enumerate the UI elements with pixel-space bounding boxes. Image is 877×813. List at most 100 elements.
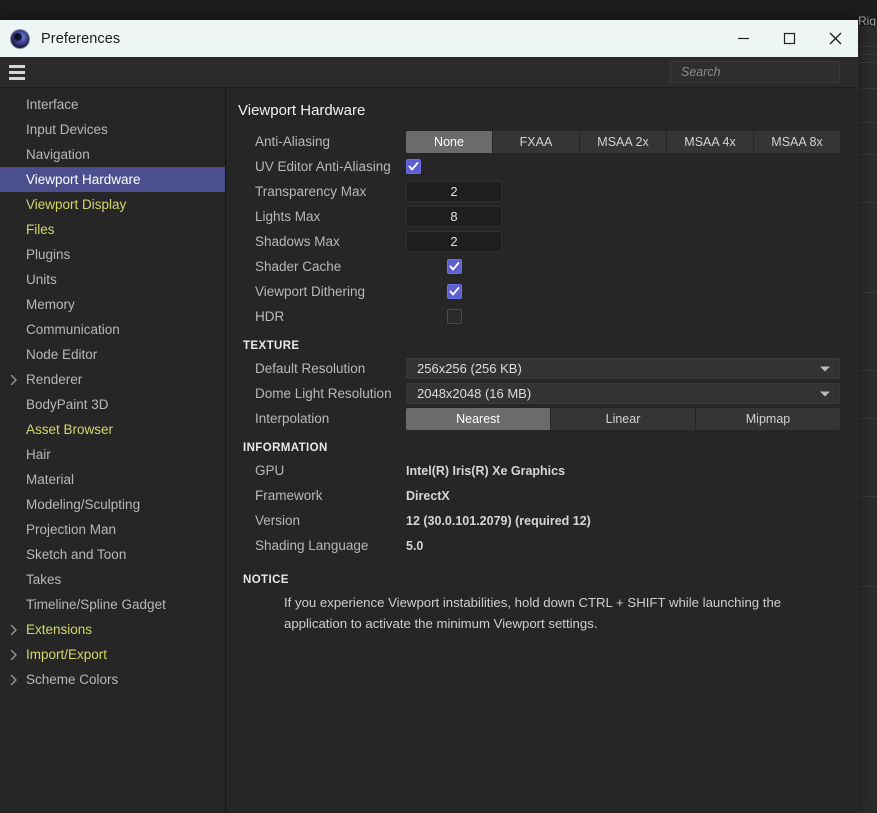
info-value: DirectX <box>406 488 450 503</box>
cinema4d-app-icon <box>11 29 29 48</box>
sidebar-item-sketch-and-toon[interactable]: Sketch and Toon <box>0 542 225 567</box>
sidebar-item-label: Hair <box>26 447 51 462</box>
interpolation-option-linear[interactable]: Linear <box>551 407 696 430</box>
row-viewport-dithering: Viewport Dithering <box>238 279 840 304</box>
sidebar-item-renderer[interactable]: Renderer <box>0 367 225 392</box>
shadows-max-input[interactable]: 2 <box>406 231 502 252</box>
notice-section-heading: NOTICE <box>243 574 289 586</box>
sidebar-item-hair[interactable]: Hair <box>0 442 225 467</box>
sidebar-item-material[interactable]: Material <box>0 467 225 492</box>
interpolation-label: Interpolation <box>255 411 330 426</box>
sidebar-item-label: Interface <box>26 97 79 112</box>
chevron-right-icon <box>10 624 18 636</box>
info-value: 12 (30.0.101.2079) (required 12) <box>406 513 591 528</box>
dialog-titlebar[interactable]: Preferences <box>0 20 858 57</box>
sidebar-item-label: Units <box>26 272 57 287</box>
dome-light-resolution-label: Dome Light Resolution <box>255 386 392 401</box>
sidebar-item-extensions[interactable]: Extensions <box>0 617 225 642</box>
anti-aliasing-option-msaa-2x[interactable]: MSAA 2x <box>580 130 667 153</box>
interpolation-option-mipmap[interactable]: Mipmap <box>696 407 840 430</box>
info-label: GPU <box>255 463 285 478</box>
chevron-right-icon <box>10 674 18 686</box>
row-dome-light-resolution: Dome Light Resolution 2048x2048 (16 MB) <box>238 381 840 406</box>
window-controls <box>720 20 858 57</box>
lights-max-input[interactable]: 8 <box>406 206 502 227</box>
shader-cache-label: Shader Cache <box>255 259 342 274</box>
dome-light-resolution-value: 2048x2048 (16 MB) <box>417 386 532 401</box>
info-label: Shading Language <box>255 538 369 553</box>
sidebar-item-communication[interactable]: Communication <box>0 317 225 342</box>
shader-cache-checkbox[interactable] <box>446 259 462 274</box>
sidebar-item-asset-browser[interactable]: Asset Browser <box>0 417 225 442</box>
search-box[interactable] <box>670 61 840 83</box>
hdr-checkbox[interactable] <box>446 309 462 324</box>
sidebar-item-projection-man[interactable]: Projection Man <box>0 517 225 542</box>
transparency-max-input[interactable]: 2 <box>406 181 502 202</box>
sidebar-item-units[interactable]: Units <box>0 267 225 292</box>
sidebar-item-viewport-hardware[interactable]: Viewport Hardware <box>0 167 225 192</box>
sidebar-item-viewport-display[interactable]: Viewport Display <box>0 192 225 217</box>
interpolation-segmented[interactable]: Nearest Linear Mipmap <box>406 407 840 430</box>
anti-aliasing-option-fxaa[interactable]: FXAA <box>493 130 580 153</box>
info-label: Version <box>255 513 301 528</box>
chevron-right-icon <box>10 374 18 386</box>
sidebar-item-scheme-colors[interactable]: Scheme Colors <box>0 667 225 692</box>
anti-aliasing-option-msaa-8x[interactable]: MSAA 8x <box>754 130 840 153</box>
uv-editor-anti-aliasing-checkbox[interactable] <box>406 159 421 174</box>
sidebar-item-modeling-sculpting[interactable]: Modeling/Sculpting <box>0 492 225 517</box>
interpolation-option-nearest[interactable]: Nearest <box>406 407 551 430</box>
texture-section-heading: TEXTURE <box>243 340 300 352</box>
preferences-sidebar[interactable]: Interface Input Devices Navigation Viewport… <box>0 88 226 813</box>
sidebar-item-memory[interactable]: Memory <box>0 292 225 317</box>
sidebar-item-node-editor[interactable]: Node Editor <box>0 342 225 367</box>
sidebar-item-plugins[interactable]: Plugins <box>0 242 225 267</box>
sidebar-item-files[interactable]: Files <box>0 217 225 242</box>
search-input[interactable] <box>671 62 839 82</box>
default-resolution-value: 256x256 (256 KB) <box>417 361 522 376</box>
sidebar-item-label: Scheme Colors <box>26 672 119 687</box>
default-resolution-dropdown[interactable]: 256x256 (256 KB) <box>406 358 840 379</box>
sidebar-item-label: Projection Man <box>26 522 117 537</box>
default-resolution-label: Default Resolution <box>255 361 366 376</box>
chevron-down-icon <box>820 391 830 396</box>
sidebar-item-import-export[interactable]: Import/Export <box>0 642 225 667</box>
info-value: Intel(R) Iris(R) Xe Graphics <box>406 463 566 478</box>
row-hdr: HDR <box>238 304 840 329</box>
information-section-heading: INFORMATION <box>243 442 328 454</box>
sidebar-item-label: Files <box>26 222 55 237</box>
row-shadows-max: Shadows Max 2 <box>238 229 840 254</box>
viewport-dithering-label: Viewport Dithering <box>255 284 366 299</box>
shadows-max-label: Shadows Max <box>255 234 340 249</box>
anti-aliasing-option-none[interactable]: None <box>406 130 493 153</box>
sidebar-item-label: Input Devices <box>26 122 108 137</box>
anti-aliasing-label: Anti-Aliasing <box>255 134 331 149</box>
anti-aliasing-segmented[interactable]: None FXAA MSAA 2x MSAA 4x MSAA 8x <box>406 130 840 153</box>
sidebar-item-takes[interactable]: Takes <box>0 567 225 592</box>
sidebar-item-timeline-spline-gadget[interactable]: Timeline/Spline Gadget <box>0 592 225 617</box>
viewport-dithering-checkbox[interactable] <box>446 284 462 299</box>
sidebar-item-interface[interactable]: Interface <box>0 92 225 117</box>
uv-editor-anti-aliasing-label: UV Editor Anti-Aliasing <box>255 159 391 174</box>
row-shader-cache: Shader Cache <box>238 254 840 279</box>
dome-light-resolution-dropdown[interactable]: 2048x2048 (16 MB) <box>406 383 840 404</box>
sidebar-item-bodypaint-3d[interactable]: BodyPaint 3D <box>0 392 225 417</box>
sidebar-item-label: Import/Export <box>26 647 108 662</box>
sidebar-item-label: Takes <box>26 572 62 587</box>
sidebar-item-label: Renderer <box>26 372 83 387</box>
sidebar-item-label: Communication <box>26 322 120 337</box>
sidebar-item-label: Extensions <box>26 622 93 637</box>
sidebar-item-input-devices[interactable]: Input Devices <box>0 117 225 142</box>
minimize-button[interactable] <box>720 20 766 57</box>
preferences-body: Interface Input Devices Navigation Viewport… <box>0 88 858 813</box>
sidebar-item-label: Material <box>26 472 75 487</box>
chevron-down-icon <box>820 366 830 371</box>
anti-aliasing-option-msaa-4x[interactable]: MSAA 4x <box>667 130 754 153</box>
dialog-title: Preferences <box>41 30 121 47</box>
sidebar-item-navigation[interactable]: Navigation <box>0 142 225 167</box>
hamburger-menu-icon[interactable] <box>7 64 27 81</box>
lights-max-label: Lights Max <box>255 209 321 224</box>
close-button[interactable] <box>812 20 858 57</box>
sidebar-item-label: Memory <box>26 297 75 312</box>
preferences-content: Viewport Hardware Anti-Aliasing None FXAA… <box>226 88 858 813</box>
maximize-button[interactable] <box>766 20 812 57</box>
